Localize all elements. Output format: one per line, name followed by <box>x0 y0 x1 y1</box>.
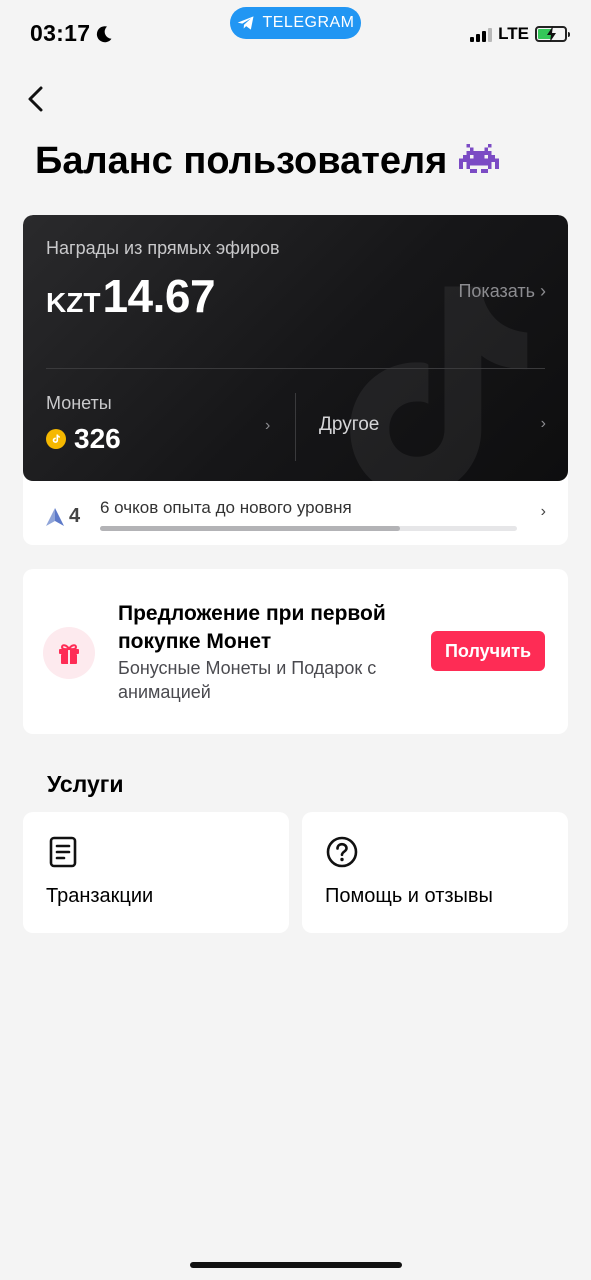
alien-monster-icon <box>459 143 500 173</box>
other-chevron-icon[interactable]: › <box>541 415 546 433</box>
level-arrow-icon <box>46 507 64 526</box>
transactions-tile[interactable]: Транзакции <box>23 812 289 933</box>
back-button[interactable] <box>20 82 50 116</box>
other-link[interactable]: Другое <box>319 414 379 436</box>
page-title: Баланс пользователя <box>35 140 500 183</box>
amount-value: 14.67 <box>102 270 216 322</box>
offer-title: Предложение при первой покупке Монет <box>118 602 386 653</box>
home-indicator[interactable] <box>190 1262 402 1268</box>
gift-icon <box>43 627 95 679</box>
help-feedback-label: Помощь и отзывы <box>325 885 493 907</box>
currency-code: KZT <box>46 287 101 318</box>
help-icon <box>326 836 358 868</box>
level-number: 4 <box>69 505 81 527</box>
chevron-left-icon <box>28 86 43 112</box>
moon-icon <box>97 25 112 42</box>
telegram-pill-label: TELEGRAM <box>262 14 355 31</box>
live-rewards-panel[interactable]: Награды из прямых эфиров KZT 14.67 Показ… <box>23 215 568 481</box>
xp-text: 6 очков опыта до нового уровня <box>100 498 352 517</box>
coins-balance[interactable]: 326 <box>46 423 121 455</box>
vertical-divider <box>295 393 296 461</box>
show-button[interactable]: Показать › <box>458 281 546 302</box>
tiktok-logo-icon <box>350 286 528 481</box>
clock: 03:17 <box>30 20 114 47</box>
level-progress-row[interactable]: 4 6 очков опыта до нового уровня › <box>23 481 568 545</box>
offer-subtitle: Бонусные Монеты и Подарок с анимацией <box>118 658 377 702</box>
battery-icon <box>535 26 570 42</box>
page-title-text: Баланс пользователя <box>35 140 448 182</box>
coin-icon <box>46 429 66 449</box>
status-indicators: LTE <box>470 24 570 44</box>
balance-card: Награды из прямых эфиров KZT 14.67 Показ… <box>23 215 568 545</box>
document-icon <box>49 836 77 868</box>
xp-progress-bar <box>100 526 517 531</box>
get-offer-button[interactable]: Получить <box>431 631 545 671</box>
clock-text: 03:17 <box>30 20 91 46</box>
network-type: LTE <box>498 24 529 43</box>
live-rewards-label: Награды из прямых эфиров <box>46 238 280 258</box>
coins-chevron-icon[interactable]: › <box>265 417 270 435</box>
services-heading: Услуги <box>47 771 124 797</box>
telegram-icon <box>238 16 254 30</box>
divider <box>46 368 545 369</box>
help-feedback-tile[interactable]: Помощь и отзывы <box>302 812 568 933</box>
coins-value: 326 <box>74 423 121 454</box>
live-rewards-amount: KZT 14.67 <box>46 269 216 323</box>
status-bar: 03:17 TELEGRAM LTE <box>0 0 591 66</box>
signal-icon <box>470 26 493 42</box>
first-purchase-offer-card: Предложение при первой покупке Монет Бон… <box>23 569 568 734</box>
level-badge: 4 <box>45 505 80 528</box>
coins-label: Монеты <box>46 393 112 413</box>
xp-chevron-icon: › <box>540 503 546 520</box>
xp-progress-fill <box>100 526 401 531</box>
telegram-pill[interactable]: TELEGRAM <box>230 7 361 39</box>
transactions-label: Транзакции <box>46 885 154 907</box>
